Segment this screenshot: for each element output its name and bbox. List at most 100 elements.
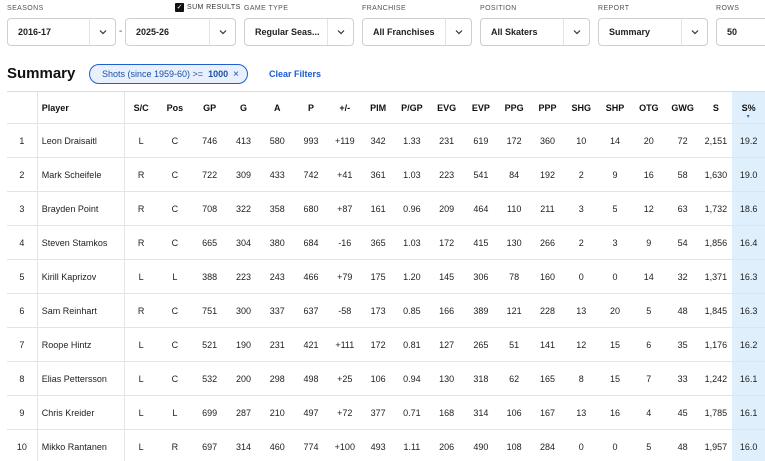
table-cell: 200 [235,373,251,384]
column-header-gp[interactable]: GP [193,92,227,123]
column-header-s-c[interactable]: S/C [125,92,157,123]
column-header-s[interactable]: S% ▾ [732,92,765,123]
column-header-rank[interactable]: +/- [328,92,362,123]
page-title: Summary [7,65,76,82]
table-row[interactable]: 6 Sam Reinhart R C 751 300 337 637 -58 173 0.85 166… [7,294,765,328]
table-cell: 243 [269,271,285,282]
column-header-otg[interactable]: OTG [632,92,666,123]
column-header-a[interactable]: A [260,92,294,123]
table-cell: 5 [612,203,618,214]
table-row[interactable]: 1 Leon Draisaitl L C 746 413 580 993 +119 342 1.33… [7,124,765,158]
table-cell: R [137,203,145,214]
column-header-ppp[interactable]: PPP [531,92,565,123]
report-select[interactable]: Summary [598,18,708,46]
chevron-down-icon[interactable] [681,19,707,45]
column-header-p-gp[interactable]: P/GP [394,92,429,123]
column-header-pos[interactable]: Pos [157,92,193,123]
table-cell: 16.3 [732,260,765,293]
column-header-g[interactable]: G [227,92,261,123]
table-row[interactable]: 3 Brayden Point R C 708 322 358 680 +87 161 0.96 20… [7,192,765,226]
table-cell: 1.03 [403,169,421,180]
rows-select[interactable]: 50 [716,18,765,46]
chevron-down-icon[interactable] [209,19,235,45]
table-cell: 493 [370,441,386,452]
table-cell: 7 [646,373,652,384]
table-row[interactable]: 9 Chris Kreider L L 699 287 210 497 +72 377 0.71 16… [7,396,765,430]
column-header-evg[interactable]: EVG [429,92,464,123]
table-cell: 8 [7,362,38,395]
table-row[interactable]: 5 Kirill Kaprizov L L 388 223 243 466 +79 175 1.20… [7,260,765,294]
table-cell: 532 [202,373,218,384]
table-cell: 108 [506,441,522,452]
table-cell: 192 [539,169,555,180]
player-name[interactable]: Sam Reinhart [38,294,126,327]
chevron-down-icon[interactable] [89,19,115,45]
season-from-select[interactable]: 2016-17 [7,18,116,46]
table-cell: 1,630 [704,169,728,180]
table-cell: 63 [677,203,688,214]
checkbox-checked-icon[interactable]: ✓ [175,3,184,12]
active-filter-chip[interactable]: Shots (since 1959-60) >= 1000 × [89,64,248,84]
table-row[interactable]: 8 Elias Pettersson L C 532 200 298 498 +25 106 0.9… [7,362,765,396]
table-cell: 2 [7,158,38,191]
table-cell: 680 [303,203,319,214]
table-cell: 497 [303,407,319,418]
position-select[interactable]: All Skaters [480,18,590,46]
table-cell: 746 [202,135,218,146]
chevron-down-icon[interactable] [563,19,589,45]
table-cell: 389 [473,305,489,316]
column-header-shp[interactable]: SHP [598,92,632,123]
table-cell: 33 [677,373,688,384]
table-cell: 337 [269,305,285,316]
franchise-value: All Franchises [373,27,435,37]
column-header-s[interactable]: S [699,92,732,123]
table-cell: 0.85 [403,305,421,316]
table-cell: 9 [646,237,652,248]
table-cell: 4 [7,226,38,259]
table-cell: 231 [439,135,455,146]
player-name[interactable]: Kirill Kaprizov [38,260,126,293]
table-cell: 377 [370,407,386,418]
column-header-evp[interactable]: EVP [464,92,498,123]
table-cell: 168 [439,407,455,418]
table-cell: 361 [370,169,386,180]
sum-results-label: SUM RESULTS [187,4,241,11]
table-row[interactable]: 4 Steven Stamkos R C 665 304 380 684 -16 365 1.03 1… [7,226,765,260]
player-name[interactable]: Chris Kreider [38,396,126,429]
table-cell: 10 [576,135,587,146]
player-name[interactable]: Leon Draisaitl [38,124,126,157]
table-cell: 699 [202,407,218,418]
player-name[interactable]: Mikko Rantanen [38,430,126,461]
column-header-shg[interactable]: SHG [564,92,598,123]
stats-table: Player S/C Pos GP G A P +/- PIM P/GP EVG EVP PPG PPP S… [7,91,765,461]
close-icon[interactable]: × [233,69,239,80]
franchise-select[interactable]: All Franchises [362,18,472,46]
column-header-pim[interactable]: PIM [362,92,395,123]
table-cell: 20 [643,135,654,146]
column-header-gwg[interactable]: GWG [666,92,700,123]
table-cell: 18.6 [732,192,765,225]
chevron-down-icon[interactable] [327,19,353,45]
table-cell: 2 [578,169,584,180]
player-name[interactable]: Roope Hintz [38,328,126,361]
table-row[interactable]: 10 Mikko Rantanen L R 697 314 460 774 +100 493 1.1… [7,430,765,461]
game-type-select[interactable]: Regular Seas... [244,18,354,46]
player-name[interactable]: Steven Stamkos [38,226,126,259]
table-cell: 175 [370,271,386,282]
table-cell: 318 [473,373,489,384]
player-name[interactable]: Brayden Point [38,192,126,225]
chevron-down-icon[interactable] [445,19,471,45]
season-to-select[interactable]: 2025-26 [125,18,236,46]
table-cell: +41 [337,169,353,180]
player-name[interactable]: Mark Scheifele [38,158,126,191]
clear-filters-link[interactable]: Clear Filters [269,69,321,79]
table-cell: 388 [202,271,218,282]
table-cell: R [137,169,145,180]
column-header-player[interactable]: Player [38,92,126,123]
sum-results-toggle[interactable]: ✓ SUM RESULTS [175,3,241,12]
column-header-ppg[interactable]: PPG [498,92,531,123]
player-name[interactable]: Elias Pettersson [38,362,126,395]
table-row[interactable]: 7 Roope Hintz L C 521 190 231 421 +111 172 0.81 127… [7,328,765,362]
column-header-p[interactable]: P [294,92,328,123]
table-row[interactable]: 2 Mark Scheifele R C 722 309 433 742 +41 361 1.03 2… [7,158,765,192]
